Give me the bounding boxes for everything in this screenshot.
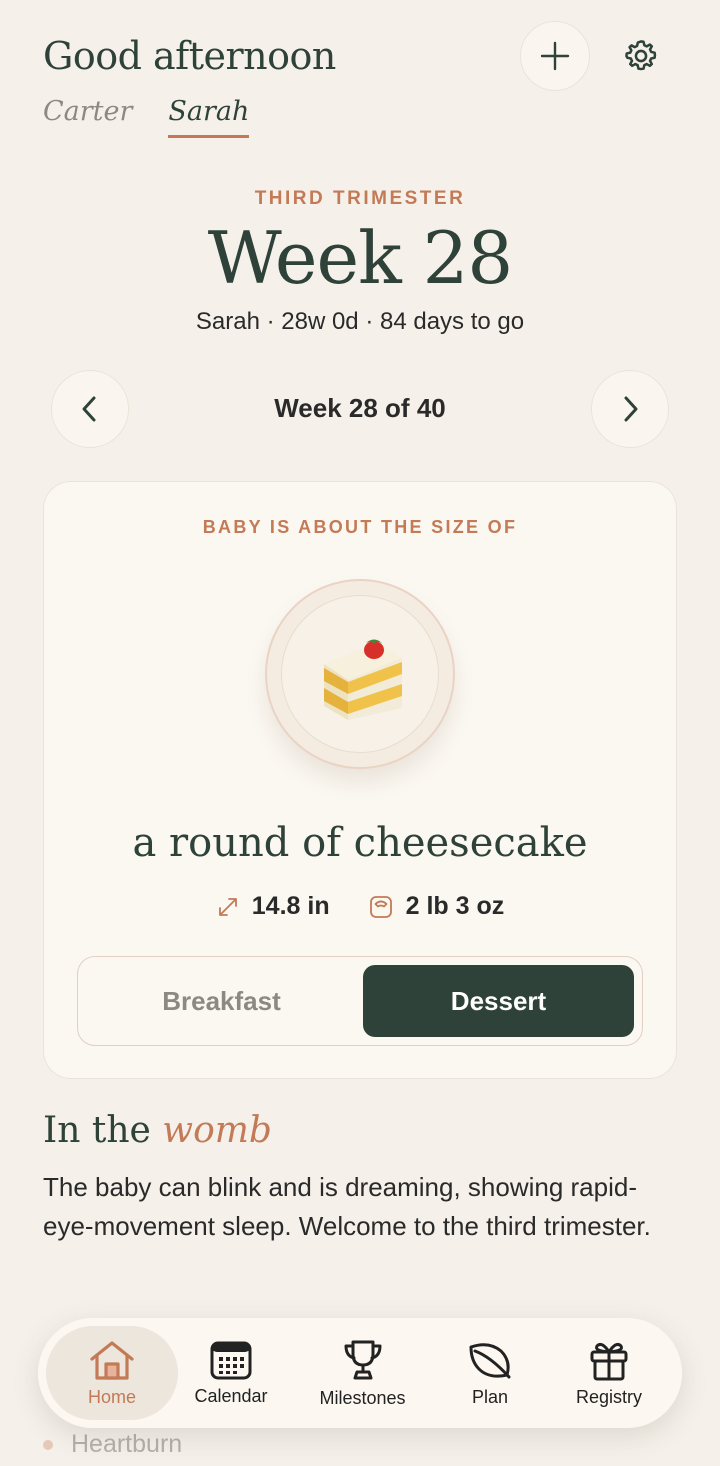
weight-measure: 2 lb 3 oz	[368, 892, 505, 921]
profile-tab-sarah[interactable]: Sarah	[168, 96, 250, 138]
pregnancy-progress-text: Sarah · 28w 0d · 84 days to go	[195, 308, 525, 335]
tab-calendar-label: Calendar	[194, 1385, 268, 1406]
trimester-label: THIRD TRIMESTER	[254, 188, 466, 209]
womb-title-plain: In the	[43, 1110, 163, 1151]
womb-section-title: In the womb	[43, 1110, 272, 1151]
tab-registry[interactable]: Registry	[558, 1318, 660, 1428]
gear-icon	[625, 40, 657, 71]
week-title: Week 28	[207, 216, 513, 300]
bottom-tab-bar: Home Calendar Milestones Plan Registry	[38, 1318, 682, 1428]
tab-home[interactable]: Home	[46, 1318, 178, 1428]
size-item-name: a round of cheesecake	[132, 820, 588, 866]
tab-home-label: Home	[87, 1386, 136, 1407]
womb-title-accent: womb	[162, 1110, 272, 1151]
gift-icon	[590, 1342, 628, 1380]
tab-milestones[interactable]: Milestones	[300, 1318, 425, 1428]
greeting-title: Good afternoon	[43, 34, 336, 78]
leaf-icon	[469, 1342, 511, 1378]
tab-plan[interactable]: Plan	[438, 1318, 542, 1428]
size-measurements: 14.8 in 2 lb 3 oz	[44, 892, 676, 921]
length-measure: 14.8 in	[216, 892, 330, 921]
profile-switcher: Carter Sarah	[43, 96, 250, 138]
comparison-toggle: Breakfast Dessert	[77, 956, 643, 1046]
weight-value: 2 lb 3 oz	[405, 892, 505, 920]
size-item-plate	[265, 579, 455, 769]
symptom-label: Heartburn	[71, 1430, 183, 1458]
tab-calendar[interactable]: Calendar	[176, 1318, 286, 1428]
size-card-label: BABY IS ABOUT THE SIZE OF	[202, 517, 518, 537]
chevron-right-icon	[624, 396, 638, 422]
home-icon	[90, 1340, 134, 1380]
calendar-icon	[210, 1341, 252, 1379]
baby-size-card: BABY IS ABOUT THE SIZE OF a round of che…	[43, 481, 677, 1079]
bullet-dot	[43, 1439, 53, 1450]
tab-milestones-label: Milestones	[319, 1387, 406, 1408]
profile-tab-carter[interactable]: Carter	[43, 96, 132, 138]
scale-icon	[369, 895, 392, 918]
symptom-list-item: Heartburn	[43, 1430, 182, 1459]
trophy-icon	[344, 1340, 381, 1379]
womb-description: The baby can blink and is dreaming, show…	[43, 1172, 651, 1241]
toggle-breakfast[interactable]: Breakfast	[86, 965, 357, 1037]
cheesecake-slice-icon	[324, 639, 402, 720]
tab-registry-label: Registry	[575, 1386, 642, 1407]
plus-icon	[540, 41, 570, 71]
next-week-button[interactable]	[591, 370, 669, 448]
diagonal-arrows-icon	[218, 897, 237, 916]
add-button[interactable]	[520, 21, 590, 91]
toggle-dessert[interactable]: Dessert	[363, 965, 634, 1037]
tab-plan-label: Plan	[471, 1386, 509, 1407]
settings-button[interactable]	[606, 21, 676, 91]
length-value: 14.8 in	[251, 892, 330, 920]
